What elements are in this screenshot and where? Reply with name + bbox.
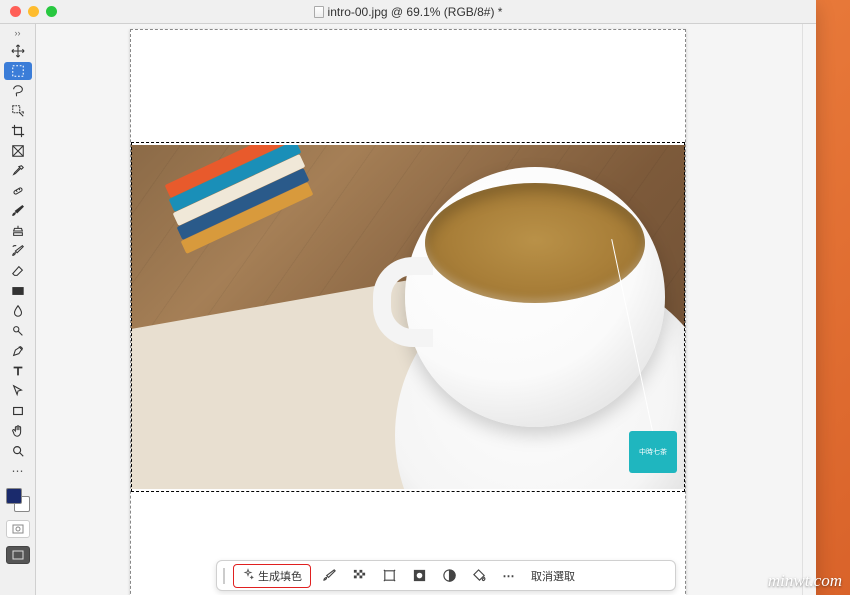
- blur-tool[interactable]: [4, 302, 32, 320]
- fill-button[interactable]: [467, 565, 491, 587]
- select-subject-button[interactable]: [317, 565, 341, 587]
- remove-background-button[interactable]: [347, 565, 371, 587]
- quickmask-button[interactable]: [6, 520, 30, 538]
- vertical-scrollbar[interactable]: [802, 24, 816, 595]
- crop-tool[interactable]: [4, 122, 32, 140]
- teacup: [405, 167, 665, 427]
- transform-button[interactable]: [377, 565, 401, 587]
- file-icon: [314, 6, 324, 18]
- color-swatches[interactable]: [6, 488, 30, 512]
- dodge-tool[interactable]: [4, 322, 32, 340]
- window-title: intro-00.jpg @ 69.1% (RGB/8#) *: [0, 5, 816, 19]
- more-options-button[interactable]: ⋯: [497, 565, 521, 587]
- app-body: ›› ⋯: [0, 24, 816, 595]
- app-window: intro-00.jpg @ 69.1% (RGB/8#) * ››: [0, 0, 816, 595]
- tea-tag: 中時七茶: [629, 431, 677, 473]
- mask-button[interactable]: [407, 565, 431, 587]
- healing-brush-tool[interactable]: [4, 182, 32, 200]
- eraser-tool[interactable]: [4, 262, 32, 280]
- eyedropper-tool[interactable]: [4, 162, 32, 180]
- rectangle-tool[interactable]: [4, 402, 32, 420]
- history-brush-tool[interactable]: [4, 242, 32, 260]
- photo-content: 中時七茶: [131, 145, 685, 489]
- brush-tool[interactable]: [4, 202, 32, 220]
- move-tool[interactable]: [4, 42, 32, 60]
- contextual-task-bar: 生成填色 ⋯: [216, 560, 676, 591]
- frame-tool[interactable]: [4, 142, 32, 160]
- deselect-button[interactable]: 取消選取: [527, 566, 579, 586]
- sparkle-icon: [242, 568, 254, 583]
- close-window-button[interactable]: [10, 6, 21, 17]
- canvas-area: 中時七茶 生成填色: [36, 24, 816, 595]
- gradient-tool[interactable]: [4, 282, 32, 300]
- minimize-window-button[interactable]: [28, 6, 39, 17]
- type-tool[interactable]: [4, 362, 32, 380]
- title-bar: intro-00.jpg @ 69.1% (RGB/8#) *: [0, 0, 816, 24]
- generative-fill-label: 生成填色: [258, 568, 302, 584]
- toolbox: ›› ⋯: [0, 24, 36, 595]
- adjustment-button[interactable]: [437, 565, 461, 587]
- window-controls: [10, 6, 57, 17]
- more-tools[interactable]: ⋯: [4, 462, 32, 480]
- pen-tool[interactable]: [4, 342, 32, 360]
- foreground-color-swatch[interactable]: [6, 488, 22, 504]
- screen-mode-button[interactable]: [6, 546, 30, 564]
- document-canvas[interactable]: 中時七茶: [130, 29, 686, 595]
- generative-fill-button[interactable]: 生成填色: [233, 564, 311, 588]
- book-stack: [151, 145, 331, 265]
- zoom-tool[interactable]: [4, 442, 32, 460]
- taskbar-drag-handle[interactable]: [223, 568, 225, 584]
- clone-stamp-tool[interactable]: [4, 222, 32, 240]
- toolbox-collapse-icon[interactable]: ››: [15, 28, 21, 38]
- object-select-tool[interactable]: [4, 102, 32, 120]
- lasso-tool[interactable]: [4, 82, 32, 100]
- marquee-tool[interactable]: [4, 62, 32, 80]
- path-select-tool[interactable]: [4, 382, 32, 400]
- hand-tool[interactable]: [4, 422, 32, 440]
- watermark: minwt.com: [768, 571, 842, 591]
- maximize-window-button[interactable]: [46, 6, 57, 17]
